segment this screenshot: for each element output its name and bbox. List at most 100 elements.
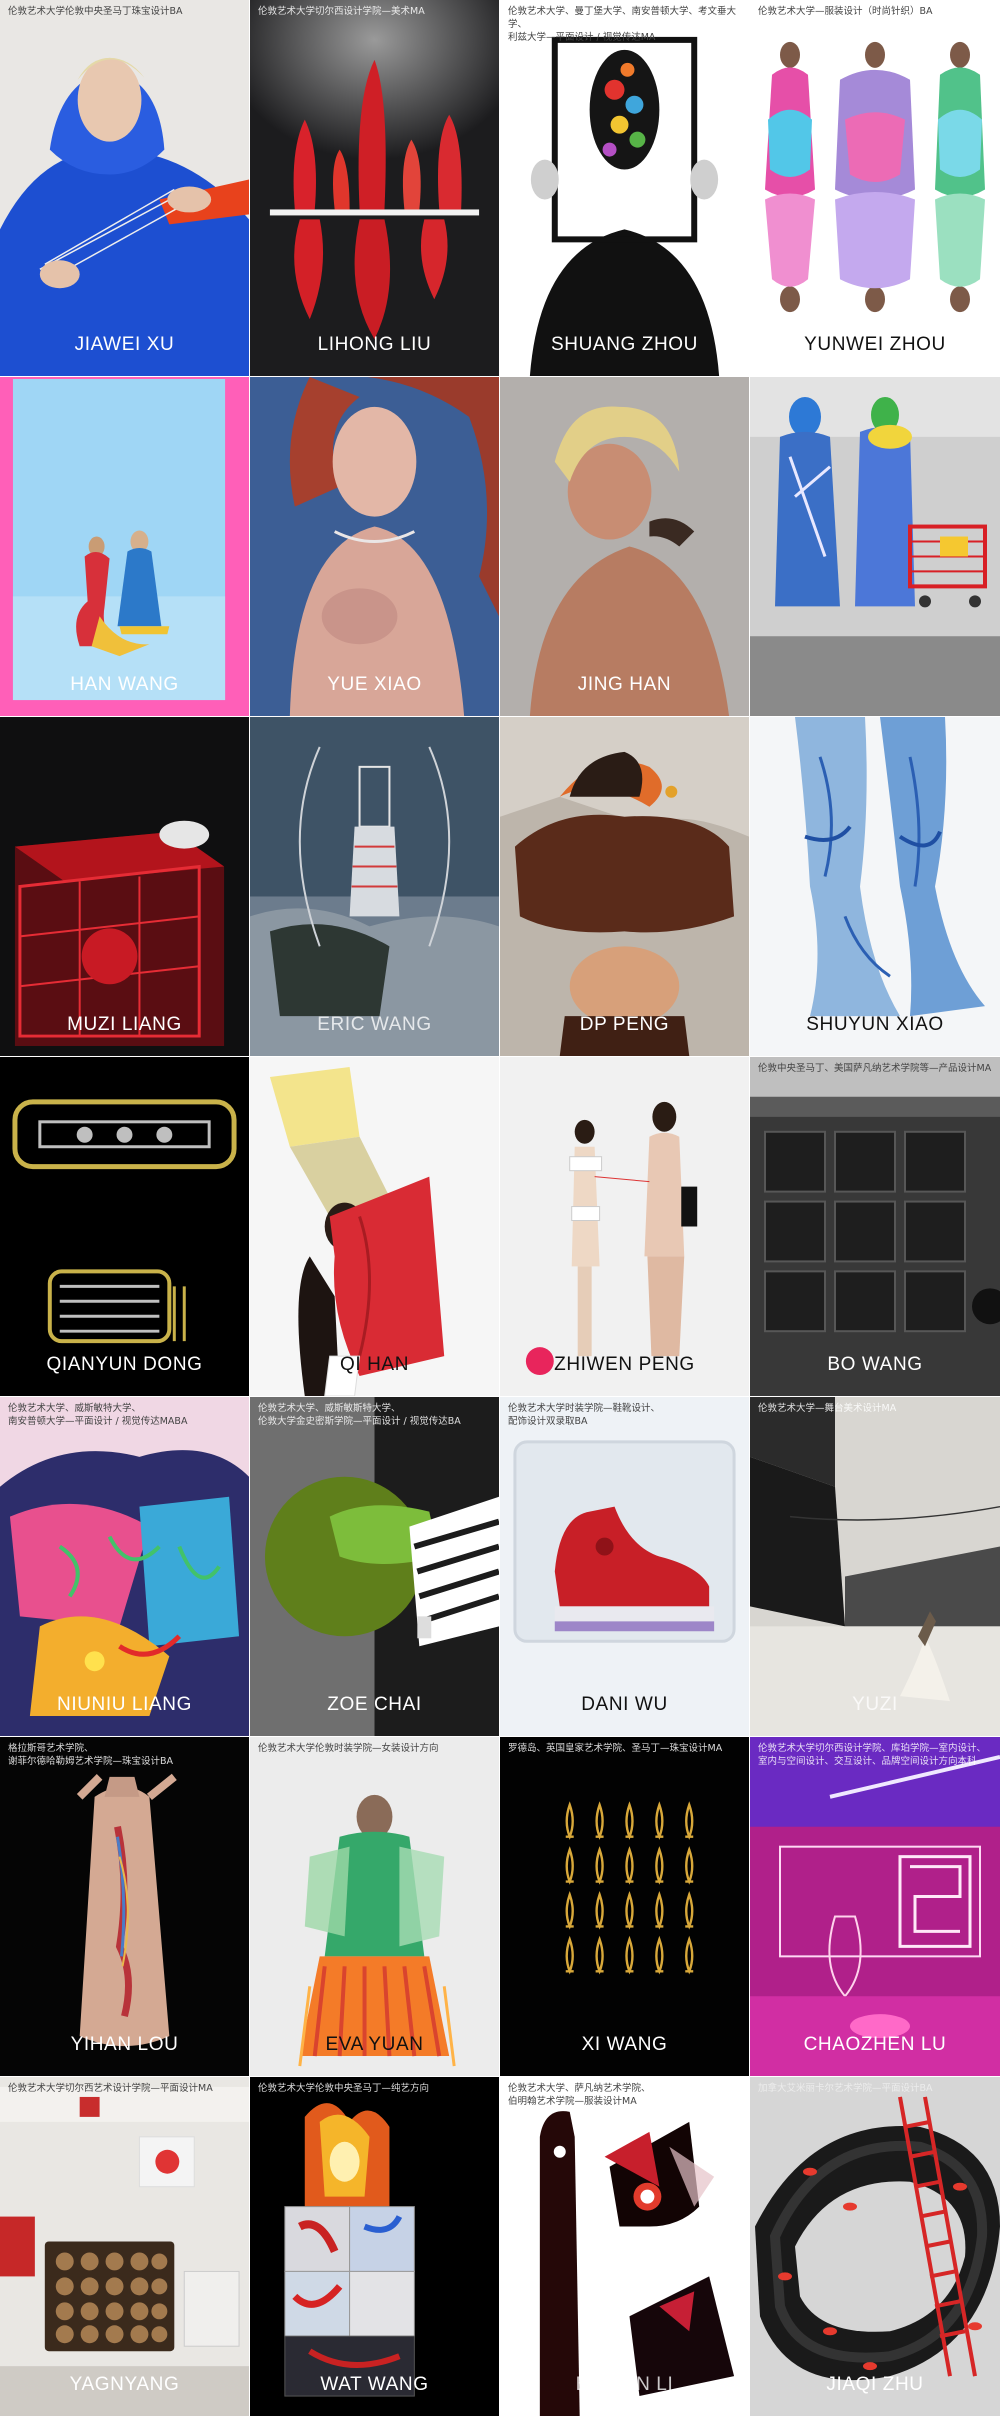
student-name: JIAWEI XU xyxy=(74,334,175,355)
portfolio-tile[interactable]: 罗德岛、英国皇家艺术学院、圣马丁—珠宝设计MA XI WANG xyxy=(500,1737,750,2077)
portfolio-tile[interactable]: QIANYUN DONG xyxy=(0,1057,250,1397)
student-name: CHAOZHEN LU xyxy=(803,2034,947,2055)
portfolio-artwork xyxy=(750,717,1000,1056)
student-name: ZOE CHAI xyxy=(327,1694,422,1715)
portfolio-tile[interactable]: 伦敦艺术大学切尔西设计学院、库珀学院—室内设计、 室内与空间设计、交互设计、品牌… xyxy=(750,1737,1000,2077)
portfolio-tile[interactable]: 伦敦艺术大学、曼丁堡大学、南安普顿大学、考文垂大学、 利兹大学—平面设计 / 视… xyxy=(500,0,750,377)
portfolio-tile[interactable] xyxy=(750,377,1000,717)
student-name: WAT WANG xyxy=(320,2374,429,2395)
portfolio-artwork xyxy=(750,1737,1000,2076)
program-caption: 伦敦艺术大学伦敦中央圣马丁—纯艺方向 xyxy=(258,2083,430,2094)
student-name: SHUANG ZHOU xyxy=(551,334,698,355)
portfolio-tile[interactable]: 伦敦艺术大学伦敦时装学院—女装设计方向 EVA YUAN xyxy=(250,1737,500,2077)
student-name: QIANYUN DONG xyxy=(46,1354,203,1375)
program-caption: 伦敦艺术大学、萨凡纳艺术学院、 伯明翰艺术学院—服装设计MA xyxy=(508,2083,651,2107)
portfolio-artwork xyxy=(250,1737,499,2076)
portfolio-artwork xyxy=(500,717,749,1056)
program-caption: 伦敦艺术大学时装学院—鞋靴设计、 配饰设计双录取BA xyxy=(508,1403,661,1427)
portfolio-artwork xyxy=(750,1397,1000,1736)
program-caption: 加拿大艾米丽卡尔艺术学院—平面设计BA xyxy=(758,2083,933,2094)
portfolio-tile[interactable]: 伦敦艺术大学切尔西设计学院—美术MA LIHONG LIU xyxy=(250,0,500,377)
student-name: EVA YUAN xyxy=(325,2034,424,2055)
portfolio-artwork xyxy=(500,1057,749,1396)
student-name: YIHAN LOU xyxy=(70,2034,179,2055)
portfolio-artwork xyxy=(250,1397,499,1736)
student-name: JIAQI ZHU xyxy=(826,2374,924,2395)
portfolio-artwork xyxy=(250,0,499,376)
portfolio-artwork xyxy=(500,0,749,376)
portfolio-artwork xyxy=(0,1057,249,1396)
portfolio-artwork xyxy=(250,2077,499,2416)
portfolio-artwork xyxy=(750,2077,1000,2416)
student-name: BOWEN LI xyxy=(575,2374,674,2395)
portfolio-tile[interactable]: HAN WANG xyxy=(0,377,250,717)
program-caption: 伦敦艺术大学切尔西设计学院—美术MA xyxy=(258,6,425,17)
portfolio-tile[interactable]: 伦敦艺术大学、威斯敏斯特大学、 伦敦大学金史密斯学院—平面设计 / 视觉传达BA… xyxy=(250,1397,500,1737)
program-caption: 伦敦艺术大学、威斯敏特大学、 南安普顿大学—平面设计 / 视觉传达MABA xyxy=(8,1403,188,1427)
student-name: SHUYUN XIAO xyxy=(806,1014,944,1035)
portfolio-tile[interactable]: MUZI LIANG xyxy=(0,717,250,1057)
portfolio-artwork xyxy=(500,1397,749,1736)
student-name: XI WANG xyxy=(581,2034,668,2055)
student-name: JING HAN xyxy=(577,674,672,695)
program-caption: 伦敦艺术大学—服装设计（时尚针织）BA xyxy=(758,6,933,17)
portfolio-artwork xyxy=(250,717,499,1056)
student-name: MUZI LIANG xyxy=(67,1014,182,1035)
program-caption: 伦敦艺术大学切尔西艺术设计学院—平面设计MA xyxy=(8,2083,213,2094)
student-name: QI HAN xyxy=(339,1354,410,1375)
program-caption: 伦敦艺术大学、曼丁堡大学、南安普顿大学、考文垂大学、 利兹大学—平面设计 / 视… xyxy=(508,6,737,43)
portfolio-artwork xyxy=(0,1737,249,2076)
student-name: YUZI xyxy=(852,1694,898,1715)
portfolio-tile[interactable]: 伦敦艺术大学—舞台美术设计MA YUZI xyxy=(750,1397,1000,1737)
student-name: HAN WANG xyxy=(70,674,179,695)
portfolio-artwork xyxy=(0,1397,249,1736)
portfolio-artwork xyxy=(500,2077,749,2416)
student-name: ZHIWEN PENG xyxy=(554,1354,695,1375)
program-caption: 伦敦艺术大学—舞台美术设计MA xyxy=(758,1403,897,1414)
portfolio-artwork xyxy=(750,1057,1000,1396)
portfolio-artwork xyxy=(500,377,749,716)
portfolio-tile[interactable]: QI HAN xyxy=(250,1057,500,1397)
portfolio-artwork xyxy=(500,1737,749,2076)
student-name: YAGNYANG xyxy=(69,2374,180,2395)
portfolio-tile[interactable]: 伦敦艺术大学、萨凡纳艺术学院、 伯明翰艺术学院—服装设计MA BOWEN LI xyxy=(500,2077,750,2417)
student-name: YUNWEI ZHOU xyxy=(804,334,946,355)
portfolio-tile[interactable]: DP PENG xyxy=(500,717,750,1057)
program-caption: 伦敦艺术大学、威斯敏斯特大学、 伦敦大学金史密斯学院—平面设计 / 视觉传达BA xyxy=(258,1403,461,1427)
portfolio-tile[interactable]: YUE XIAO xyxy=(250,377,500,717)
portfolio-tile[interactable]: SHUYUN XIAO xyxy=(750,717,1000,1057)
portfolio-artwork xyxy=(750,0,1000,376)
student-name: BO WANG xyxy=(827,1354,923,1375)
portfolio-artwork xyxy=(0,0,249,376)
portfolio-tile[interactable]: 伦敦艺术大学切尔西艺术设计学院—平面设计MA YAGNYANG xyxy=(0,2077,250,2417)
portfolio-tile[interactable]: 伦敦艺术大学—服装设计（时尚针织）BA YUNWEI ZHOU xyxy=(750,0,1000,377)
portfolio-tile[interactable]: 伦敦艺术大学、威斯敏特大学、 南安普顿大学—平面设计 / 视觉传达MABA NI… xyxy=(0,1397,250,1737)
portfolio-tile[interactable]: JING HAN xyxy=(500,377,750,717)
student-name: NIUNIU LIANG xyxy=(57,1694,192,1715)
student-name: LIHONG LIU xyxy=(317,334,432,355)
portfolio-artwork xyxy=(0,377,249,716)
portfolio-tile[interactable]: 加拿大艾米丽卡尔艺术学院—平面设计BA JIAQI ZHU xyxy=(750,2077,1000,2417)
portfolio-artwork xyxy=(0,2077,249,2416)
student-name: YUE XIAO xyxy=(327,674,422,695)
program-caption: 罗德岛、英国皇家艺术学院、圣马丁—珠宝设计MA xyxy=(508,1743,723,1754)
program-caption: 伦敦艺术大学切尔西设计学院、库珀学院—室内设计、 室内与空间设计、交互设计、品牌… xyxy=(758,1743,987,1767)
student-name: DP PENG xyxy=(579,1014,670,1035)
portfolio-tile[interactable]: ERIC WANG xyxy=(250,717,500,1057)
portfolio-tile[interactable]: 格拉斯哥艺术学院、 谢菲尔德哈勒姆艺术学院—珠宝设计BA YIHAN LOU xyxy=(0,1737,250,2077)
portfolio-tile[interactable]: 伦敦艺术大学伦敦中央圣马丁珠宝设计BA JIAWEI XU xyxy=(0,0,250,377)
portfolio-artwork xyxy=(750,377,1000,716)
portfolio-tile[interactable]: 伦敦艺术大学时装学院—鞋靴设计、 配饰设计双录取BA DANI WU xyxy=(500,1397,750,1737)
portfolio-artwork xyxy=(0,717,249,1056)
portfolio-tile[interactable]: ZHIWEN PENG xyxy=(500,1057,750,1397)
program-caption: 伦敦中央圣马丁、美国萨凡纳艺术学院等—产品设计MA xyxy=(758,1063,992,1074)
portfolio-tile[interactable]: 伦敦艺术大学伦敦中央圣马丁—纯艺方向 WAT WANG xyxy=(250,2077,500,2417)
student-name: DANI WU xyxy=(581,1694,668,1715)
student-name: ERIC WANG xyxy=(317,1014,432,1035)
portfolio-artwork xyxy=(250,1057,499,1396)
portfolio-tile[interactable]: 伦敦中央圣马丁、美国萨凡纳艺术学院等—产品设计MA BO WANG xyxy=(750,1057,1000,1397)
program-caption: 伦敦艺术大学伦敦时装学院—女装设计方向 xyxy=(258,1743,439,1754)
portfolio-gallery: 伦敦艺术大学伦敦中央圣马丁珠宝设计BA JIAWEI XU 伦敦艺术大学切尔西设… xyxy=(0,0,1000,2417)
program-caption: 伦敦艺术大学伦敦中央圣马丁珠宝设计BA xyxy=(8,6,183,17)
portfolio-artwork xyxy=(250,377,499,716)
